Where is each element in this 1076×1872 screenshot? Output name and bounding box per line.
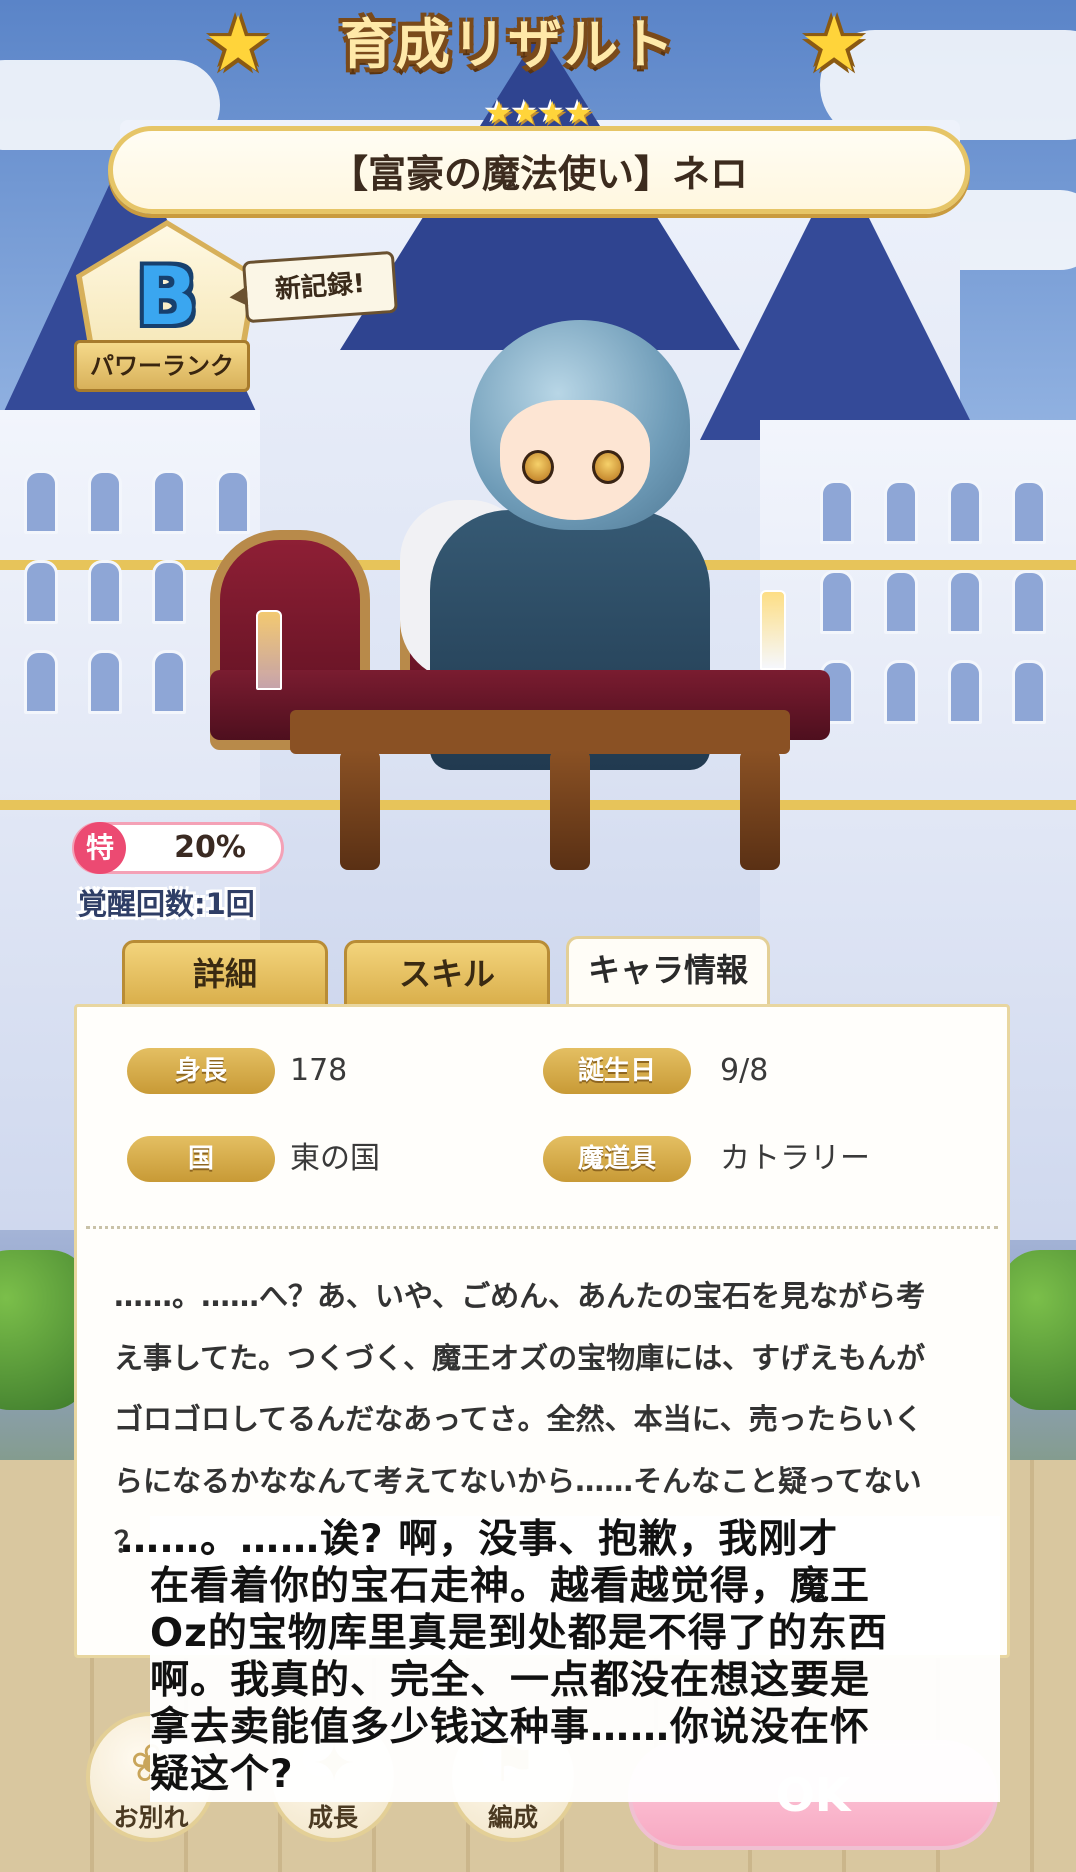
- magic-tool-label: 魔道具: [543, 1136, 691, 1182]
- growth-label: 成長: [307, 1803, 358, 1832]
- table-leg: [340, 750, 380, 870]
- power-rank-letter: B: [136, 250, 198, 343]
- translation-line: ……。……诶? 啊，没事、抱歉，我刚才: [120, 1517, 839, 1562]
- special-icon: 特: [74, 822, 126, 874]
- rarity-stars: ★★★★: [484, 94, 594, 132]
- birthday-value: 9/8: [720, 1053, 769, 1088]
- card-name-plate: 【富豪の魔法使い】ネロ: [108, 126, 970, 214]
- champagne-glass: [760, 590, 786, 670]
- formation-label: 編成: [487, 1803, 538, 1832]
- profile-text-line: ……。……へ？あ、いや、ごめん、あんたの宝石を見ながら考: [114, 1279, 926, 1313]
- table-leg: [550, 750, 590, 870]
- translation-line: 疑这个?: [150, 1752, 294, 1797]
- translation-line: 在看着你的宝石走神。越看越觉得，魔王: [150, 1564, 871, 1609]
- tab-details[interactable]: 詳細: [122, 940, 328, 1006]
- page-title: 育成リザルト: [340, 13, 676, 76]
- farewell-label: お別れ: [113, 1803, 189, 1832]
- special-rate-value: 20%: [174, 830, 246, 865]
- castle-windows: [820, 480, 1046, 724]
- tab-character-info[interactable]: キャラ情報: [566, 936, 770, 1008]
- country-value: 東の国: [290, 1141, 380, 1176]
- translation-overlay: ……。……诶? 啊，没事、抱歉，我刚才 在看着你的宝石走神。越看越觉得，魔王 O…: [120, 1516, 1000, 1802]
- magic-tool-value: カトラリー: [720, 1141, 870, 1176]
- translation-line: 拿去卖能值多少钱这种事……你说没在怀: [150, 1705, 871, 1750]
- profile-text-line: え事してた。つくづく、魔王オズの宝物庫には、すげえもんが: [114, 1340, 926, 1375]
- height-label: 身長: [127, 1048, 275, 1094]
- awakening-count: 覚醒回数:1回: [78, 887, 255, 921]
- country-label: 国: [127, 1136, 275, 1182]
- hedge: [1000, 1250, 1076, 1410]
- height-value: 178: [290, 1053, 348, 1088]
- character-eye: [592, 450, 624, 484]
- profile-text-line: ゴロゴロしてるんだなあってさ。全然、本当に、売ったらいく: [114, 1402, 923, 1436]
- tab-skills[interactable]: スキル: [344, 940, 550, 1006]
- star-icon: ★: [800, 0, 869, 88]
- card-name: 【富豪の魔法使い】ネロ: [329, 151, 748, 196]
- character-illustration: [200, 300, 840, 900]
- star-icon: ★: [204, 0, 273, 88]
- birthday-label: 誕生日: [543, 1048, 691, 1094]
- character-eye: [522, 450, 554, 484]
- divider: [86, 1226, 998, 1229]
- profile-text-line: らになるかななんて考えてないから……そんなこと疑ってない: [114, 1463, 922, 1498]
- table-apron: [290, 710, 790, 754]
- champagne-glass: [256, 610, 282, 690]
- translation-line: 啊。我真的、完全、一点都没在想这要是: [150, 1658, 871, 1703]
- translation-line: Oz的宝物库里真是到处都是不得了的东西: [150, 1611, 888, 1656]
- table-leg: [740, 750, 780, 870]
